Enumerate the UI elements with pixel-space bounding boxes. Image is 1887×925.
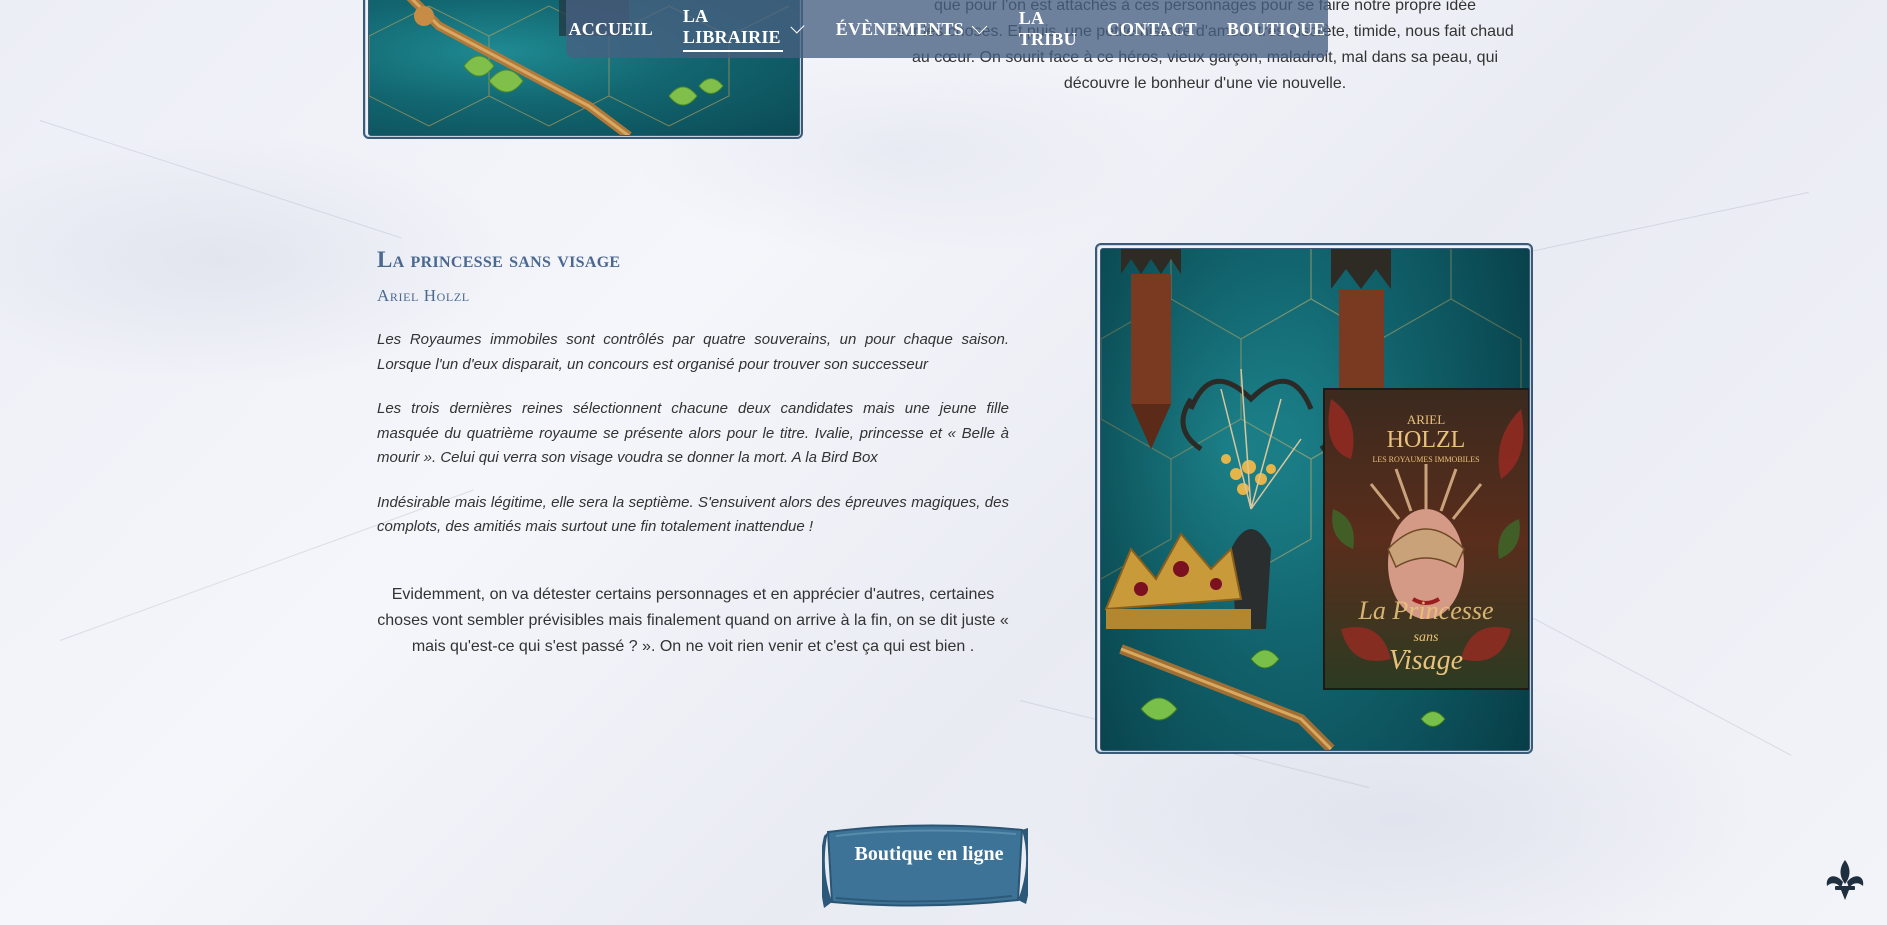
nav-label: LA LIBRAIRIE [682,6,783,52]
svg-text:Visage: Visage [1389,645,1463,676]
chevron-down-icon [971,18,988,34]
online-shop-button[interactable]: Boutique en ligne [822,822,1028,912]
synopsis-paragraph: Les trois dernières reines sélectionnent… [377,400,1009,466]
fleur-de-lis-icon[interactable] [1823,858,1867,902]
nav-item-la-librairie[interactable]: LA LIBRAIRIE [668,6,821,52]
main-nav: ACCUEIL LA LIBRAIRIE ÉVÈNEMENTS LA TRIBU… [566,0,1328,58]
chevron-down-icon [790,18,805,34]
nav-item-contact[interactable]: CONTACT [1092,19,1212,40]
book-review: Evidemment, on va détester certains pers… [377,586,1009,655]
book-title: La princesse sans visage [377,247,621,272]
nav-label: LA TRIBU [1018,8,1077,49]
online-shop-label: Boutique en ligne [854,843,1004,865]
nav-label: ACCUEIL [568,18,653,39]
nav-label: ÉVÈNEMENTS [835,18,964,39]
marble-vein [1499,600,1792,756]
review-line: découvre le bonheur d'une vie nouvelle. [1063,75,1347,92]
synopsis-paragraph: Les Royaumes immobiles sont contrôlés pa… [377,331,1009,373]
nav-item-accueil[interactable]: ACCUEIL [554,19,668,40]
nav-item-evenements[interactable]: ÉVÈNEMENTS [821,18,1004,40]
svg-text:ARIEL: ARIEL [1407,412,1445,427]
book-photo: ARIEL HOLZL LES ROYAUMES IMMOBILES La Pr… [1095,243,1533,754]
svg-text:sans: sans [1414,630,1439,645]
book-cover: ARIEL HOLZL LES ROYAUMES IMMOBILES La Pr… [1323,388,1529,690]
nav-item-boutique[interactable]: BOUTIQUE [1212,19,1341,40]
nav-label: CONTACT [1106,18,1197,39]
svg-text:HOLZL: HOLZL [1387,427,1466,453]
book-synopsis: Les Royaumes immobiles sont contrôlés pa… [377,328,1009,560]
svg-text:La Princesse: La Princesse [1357,596,1493,625]
nav-label: BOUTIQUE [1226,18,1326,39]
nav-item-la-tribu[interactable]: LA TRIBU [1004,8,1092,50]
svg-text:LES ROYAUMES IMMOBILES: LES ROYAUMES IMMOBILES [1372,455,1479,464]
synopsis-paragraph: Indésirable mais légitime, elle sera la … [377,493,1009,536]
book-author: Ariel Holzl [377,286,470,305]
marble-vein [39,120,402,239]
